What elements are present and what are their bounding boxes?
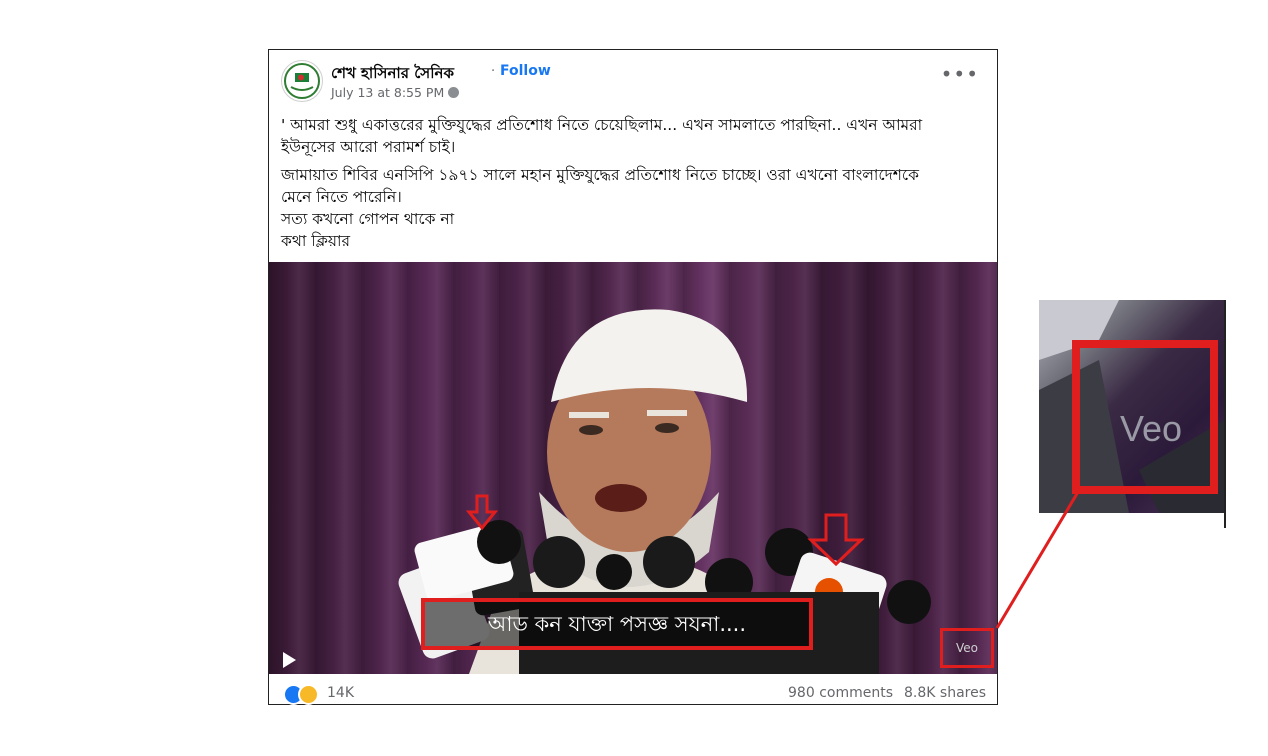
- post-meta: July 13 at 8:55 PM: [331, 85, 460, 100]
- party-logo-icon: [284, 63, 320, 99]
- post-text-line: ইউনূসের আরো পরামর্শ চাই।: [281, 138, 456, 156]
- post-footer: 14K 980 comments 8.8K shares: [269, 678, 997, 706]
- video-player[interactable]: আড কন যাক্তা পসজ্ঞ সযনা.... Veo: [269, 262, 997, 674]
- post-text-line: ' আমরা শুধু একাত্তরের মুক্তিযুদ্ধের প্রত…: [281, 116, 923, 134]
- haha-icon[interactable]: [298, 684, 319, 705]
- reaction-count[interactable]: 14K: [327, 685, 354, 701]
- post-header: শেখ হাসিনার সৈনিক · Follow July 13 at 8:…: [269, 50, 997, 110]
- zoom-veo-watermark: Veo: [1120, 408, 1183, 449]
- comments-count[interactable]: 980 comments: [788, 685, 893, 701]
- play-icon[interactable]: [283, 652, 296, 668]
- settings-icon: [448, 87, 460, 98]
- more-options-button[interactable]: •••: [941, 64, 979, 84]
- zoom-edge-line: [1224, 300, 1226, 528]
- veo-watermark: Veo: [940, 628, 994, 668]
- post-timestamp[interactable]: July 13 at 8:55 PM: [331, 85, 444, 100]
- post-text: ' আমরা শুধু একাত্তরের মুক্তিযুদ্ধের প্রত…: [281, 114, 987, 252]
- post-text-line: মেনে নিতে পারেনি।: [281, 188, 402, 206]
- follow-button[interactable]: Follow: [500, 63, 551, 79]
- page-avatar[interactable]: [281, 60, 323, 102]
- video-subtitle: আড কন যাক্তা পসজ্ঞ সযনা....: [421, 598, 813, 650]
- separator-dot: ·: [491, 64, 496, 79]
- post-text-line: সত্য কখনো গোপন থাকে না: [281, 210, 455, 228]
- post-text-line: কথা ক্লিয়ার: [281, 232, 351, 250]
- post-text-line: জামায়াত শিবির এনসিপি ১৯৭১ সালে মহান মুক…: [281, 166, 920, 184]
- facebook-post: শেখ হাসিনার সৈনিক · Follow July 13 at 8:…: [268, 49, 998, 705]
- shares-count[interactable]: 8.8K shares: [904, 685, 986, 701]
- page-name[interactable]: শেখ হাসিনার সৈনিক: [331, 62, 454, 87]
